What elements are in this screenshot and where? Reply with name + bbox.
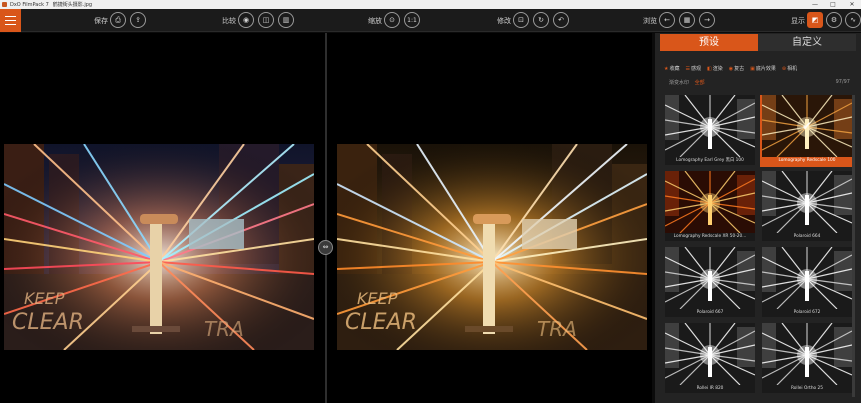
filter-item[interactable]: ⊛相机 [782, 65, 797, 72]
subfilter-selected[interactable]: 全部 [695, 80, 705, 86]
filter-icon: ◧ [707, 65, 712, 72]
filter-item[interactable]: ◧渲染 [707, 65, 723, 72]
checkmark-icon: ✔ [801, 119, 813, 133]
filter-icon: ⊛ [781, 65, 787, 72]
save-label: 保存 [94, 17, 108, 25]
tab-presets[interactable]: 预设 [660, 34, 758, 51]
split-handle-icon[interactable]: ⇔ [318, 240, 333, 255]
minimize-button[interactable]: — [808, 0, 822, 9]
preset-preview-image [665, 95, 755, 157]
preset-preview-image [665, 247, 755, 309]
display-label: 显示 [791, 17, 805, 25]
filter-icon: ◉ [728, 65, 734, 72]
filter-label: 相机 [787, 65, 798, 72]
original-image: KEEP CLEAR TRA [4, 144, 314, 350]
preset-name: Rollei Ortho 25 [790, 386, 824, 391]
svg-text:CLEAR: CLEAR [12, 310, 84, 335]
preset-thumbnail[interactable]: Lomography Redscale XR 50-20... [665, 171, 755, 241]
filter-icon: ▣ [750, 65, 755, 72]
share-icon[interactable]: ⇪ [130, 12, 146, 28]
preset-preview-image [665, 323, 755, 385]
filter-label: 渲染 [712, 65, 723, 72]
filter-label: 收藏 [669, 65, 680, 72]
filter-label: 底片效果 [755, 65, 776, 72]
histogram-icon[interactable]: ∿ [845, 12, 861, 28]
subfilter-all[interactable]: 渐变水印 [669, 80, 689, 86]
close-window-button[interactable]: ✕ [845, 0, 859, 9]
filter-label: 感观 [690, 65, 701, 72]
filter-item[interactable]: ★收藏 [664, 65, 680, 72]
app-logo-icon [2, 2, 7, 7]
side-by-side-icon[interactable]: ▥ [278, 12, 294, 28]
arrow-right-icon[interactable]: → [699, 12, 715, 28]
fit-screen-icon[interactable]: ⊙ [384, 12, 400, 28]
preset-thumbnail[interactable]: Lomography Earl Grey 黑白 100 [665, 95, 755, 165]
svg-text:CLEAR: CLEAR [345, 310, 417, 335]
processed-image: KEEP CLEAR TRA [337, 144, 647, 350]
svg-text:TRA: TRA [537, 317, 577, 341]
preset-count: 97/97 [835, 79, 850, 85]
split-view-icon[interactable]: ◫ [258, 12, 274, 28]
preset-name: Lomography Earl Grey 黑白 100 [676, 158, 744, 163]
filter-icon: ★ [664, 65, 669, 72]
arrow-left-icon[interactable]: ← [659, 12, 675, 28]
settings-icon[interactable]: ⚙ [826, 12, 842, 28]
title-bar: DxO FilmPack 7 鹤捷街头摄影.jpg [0, 0, 861, 9]
preset-preview-image [665, 171, 755, 233]
tab-custom[interactable]: 自定义 [758, 34, 856, 51]
preset-thumbnail[interactable]: Rollei IR 820 [665, 323, 755, 393]
presets-icon[interactable]: ◩ [807, 12, 823, 28]
rotate-icon[interactable]: ↻ [533, 12, 549, 28]
preset-thumbnail-grid: Lomography Earl Grey 黑白 100 ✔ Lomography R… [665, 95, 855, 403]
presets-panel: 预设 自定义 ★收藏 ☰感观 ◧渲染 ◉复古 ▣底片效果 ⊛相机 渐变水印 全部 97/9… [655, 33, 861, 403]
filmstrip-icon[interactable]: ▦ [679, 12, 695, 28]
compare-label: 比较 [222, 17, 236, 25]
svg-text:TRA: TRA [204, 317, 244, 341]
filter-item[interactable]: ▣底片效果 [750, 65, 776, 72]
compare-divider[interactable] [325, 33, 327, 403]
preset-thumbnail[interactable]: Polaroid 667 [665, 247, 755, 317]
hamburger-menu-button[interactable] [0, 9, 21, 32]
preset-name: Polaroid 667 [696, 310, 724, 315]
filter-item[interactable]: ☰感观 [686, 65, 702, 72]
zoom-100-button[interactable]: 1:1 [404, 12, 420, 28]
preset-name: Polaroid 664 [793, 234, 821, 239]
zoom-label: 缩放 [368, 17, 382, 25]
main-toolbar: 保存 ⎙ ⇪ 比较 ◉ ◫ ▥ 缩放 ⊙ 1:1 修改 ⊡ ↻ ↶ 浏览 ← ▦… [0, 9, 861, 32]
filter-label: 复古 [734, 65, 745, 72]
browse-label: 浏览 [643, 17, 657, 25]
preset-name: Lomography Redscale 100 [762, 157, 852, 165]
preset-name: Lomography Redscale XR 50-20... [673, 234, 747, 239]
printer-icon[interactable]: ⎙ [110, 12, 126, 28]
preset-thumbnail[interactable]: Rollei Ortho 25 [762, 323, 852, 393]
undo-icon[interactable]: ↶ [553, 12, 569, 28]
preset-preview-image [762, 323, 852, 385]
preset-name: Polaroid 672 [793, 310, 821, 315]
preset-category-filters: ★收藏 ☰感观 ◧渲染 ◉复古 ▣底片效果 ⊛相机 [664, 63, 859, 73]
preset-thumbnail[interactable]: Polaroid 664 [762, 171, 852, 241]
panel-tabs: 预设 自定义 [660, 34, 856, 51]
file-name: 鹤捷街头摄影.jpg [52, 2, 93, 8]
crop-icon[interactable]: ⊡ [513, 12, 529, 28]
preset-name: Rollei IR 820 [696, 386, 724, 391]
maximize-button[interactable]: □ [826, 0, 840, 9]
preset-subfilter-row: 渐变水印 全部 97/97 [669, 79, 854, 87]
filter-item[interactable]: ◉复古 [729, 65, 744, 72]
preset-preview-image [762, 171, 852, 233]
eye-icon[interactable]: ◉ [238, 12, 254, 28]
svg-text:KEEP: KEEP [24, 289, 65, 308]
app-title: DxO FilmPack 7 [10, 1, 49, 8]
preset-preview-image [762, 247, 852, 309]
preset-thumbnail[interactable]: ✔ Lomography Redscale 100 [760, 95, 854, 167]
panel-scrollbar[interactable] [852, 95, 855, 397]
svg-text:KEEP: KEEP [357, 289, 398, 308]
filter-icon: ☰ [685, 65, 690, 72]
edit-label: 修改 [497, 17, 511, 25]
preset-thumbnail[interactable]: Polaroid 672 [762, 247, 852, 317]
